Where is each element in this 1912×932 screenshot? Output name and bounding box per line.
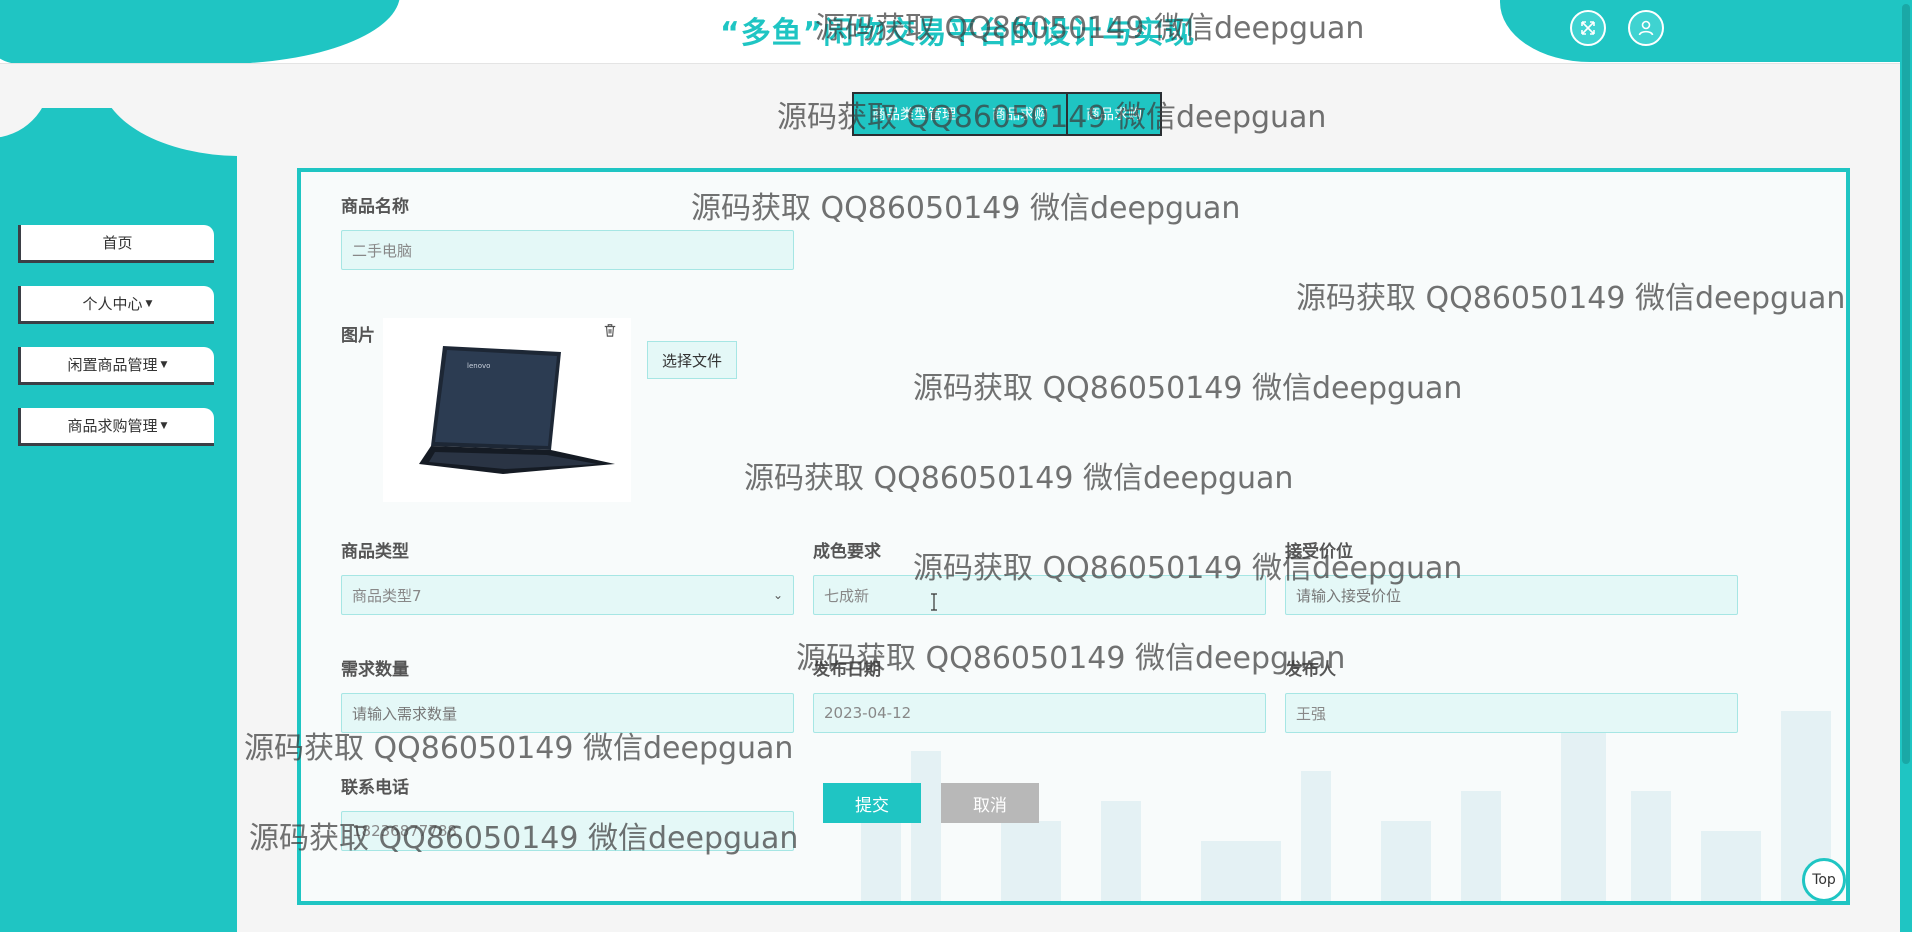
user-icon (1638, 20, 1654, 36)
user-button[interactable] (1628, 10, 1664, 46)
delete-image-button[interactable] (600, 320, 620, 340)
back-to-top-button[interactable]: Top (1802, 858, 1846, 902)
label-phone: 联系电话 (341, 778, 409, 798)
publish-date-input[interactable]: 2023-04-12 (813, 693, 1266, 733)
product-type-value: 商品类型7 (352, 586, 422, 605)
fullscreen-button[interactable] (1570, 10, 1606, 46)
publisher-input[interactable]: 王强 (1285, 693, 1738, 733)
top-header: “多鱼”闲物交易平台的设计与实现 (0, 0, 1900, 64)
sidebar-item-label: 首页 (102, 234, 133, 252)
label-condition: 成色要求 (813, 542, 881, 562)
label-publish-date: 发布日期 (813, 660, 881, 680)
scrollbar-thumb[interactable] (1902, 4, 1910, 764)
trash-icon (604, 324, 616, 337)
accept-price-input[interactable]: 请输入接受价位 (1285, 575, 1738, 615)
caret-down-icon: ▼ (145, 298, 153, 309)
condition-input[interactable]: 七成新 (813, 575, 1266, 615)
page-scrollbar[interactable] (1900, 0, 1912, 932)
choose-file-button[interactable]: 选择文件 (647, 341, 737, 379)
header-decoration-right (1500, 0, 1900, 62)
caret-down-icon: ▼ (160, 359, 168, 370)
label-product-type: 商品类型 (341, 542, 409, 562)
svg-text:lenovo: lenovo (467, 362, 490, 370)
quantity-input[interactable]: 请输入需求数量 (341, 693, 794, 733)
label-publisher: 发布人 (1285, 660, 1336, 680)
submit-button[interactable]: 提交 (823, 783, 921, 823)
caret-down-icon: ▼ (160, 420, 168, 431)
form-panel (297, 168, 1850, 905)
label-product-name: 商品名称 (341, 197, 409, 217)
sidebar-decoration (100, 108, 237, 156)
tab-purchase-request[interactable]: 商品求购 (974, 94, 1066, 134)
fullscreen-icon (1581, 21, 1595, 35)
label-image: 图片 (341, 326, 375, 346)
sidebar-item-label: 商品求购管理 (67, 417, 158, 435)
sidebar-item-personal-center[interactable]: 个人中心 ▼ (18, 286, 214, 324)
sidebar-item-purchase-request[interactable]: 商品求购管理 ▼ (18, 408, 214, 446)
product-name-input[interactable]: 二手电脑 (341, 230, 794, 270)
cancel-button[interactable]: 取消 (941, 783, 1039, 823)
product-image: lenovo (383, 318, 631, 502)
sidebar-item-home[interactable]: 首页 (18, 225, 214, 263)
product-type-select[interactable]: 商品类型7 ⌄ (341, 575, 794, 615)
sidebar: 首页 个人中心 ▼ 闲置商品管理 ▼ 商品求购管理 ▼ (0, 108, 237, 932)
sidebar-item-label: 个人中心 (82, 295, 143, 313)
phone-input[interactable]: 18236877788 (341, 811, 794, 851)
laptop-photo: lenovo (383, 318, 631, 502)
chevron-down-icon: ⌄ (772, 588, 783, 602)
label-accept-price: 接受价位 (1285, 542, 1353, 562)
tab-purchase-request-active[interactable]: 商品求购 (1066, 94, 1160, 134)
tab-product-type[interactable]: 商品类型管理 (854, 94, 974, 134)
sidebar-item-idle-goods[interactable]: 闲置商品管理 ▼ (18, 347, 214, 385)
text-cursor-icon (931, 593, 937, 611)
sidebar-item-label: 闲置商品管理 (67, 356, 158, 374)
site-title: “多鱼”闲物交易平台的设计与实现 (720, 16, 1196, 51)
label-quantity: 需求数量 (341, 660, 409, 680)
sidebar-decoration-small (0, 108, 50, 138)
tab-bar: 商品类型管理 商品求购 商品求购 (852, 92, 1162, 136)
header-decoration-left (0, 0, 400, 63)
